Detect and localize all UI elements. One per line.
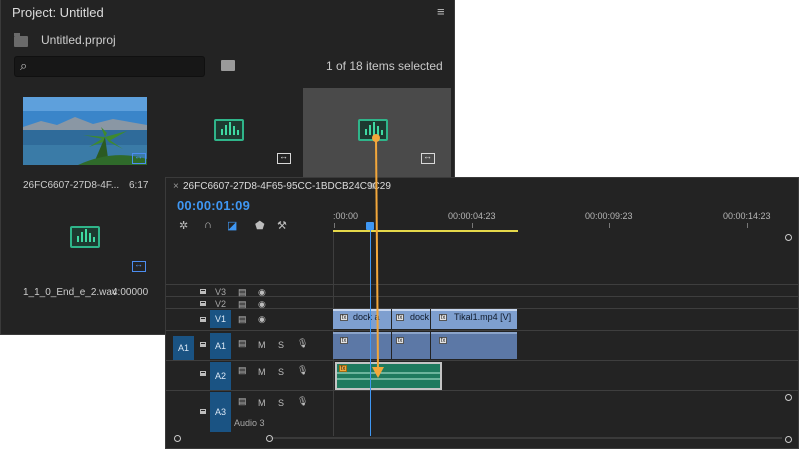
drag-arrow <box>372 134 384 378</box>
